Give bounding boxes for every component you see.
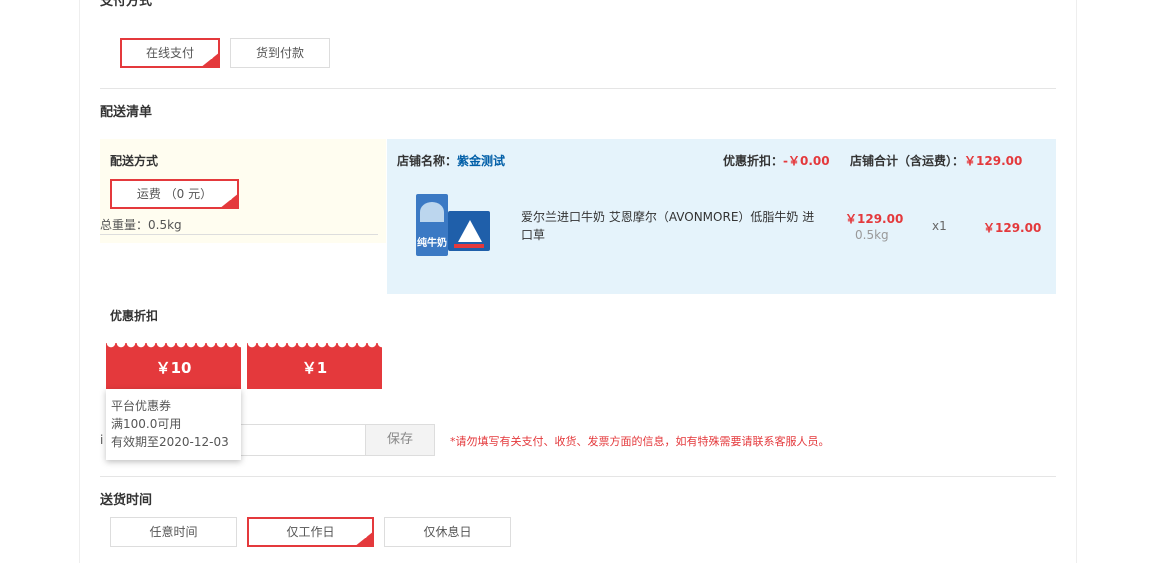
check-icon: ✓ xyxy=(354,531,374,547)
delivery-anytime-label: 任意时间 xyxy=(149,525,198,539)
freight-option[interactable]: 运费 （0 元） ✓ xyxy=(110,179,239,209)
payment-online-option[interactable]: 在线支付 ✓ xyxy=(120,38,220,68)
coupon-expiry: 有效期至2020-12-03 xyxy=(111,435,229,449)
product-pack-text: 纯牛奶 xyxy=(417,238,447,249)
coupon-10-value: ￥10 xyxy=(155,359,192,377)
coupon-10[interactable]: ￥10 xyxy=(106,343,241,389)
coupon-1-value: ￥1 xyxy=(301,359,328,377)
check-icon: ✓ xyxy=(200,52,220,68)
delivery-weekday-option[interactable]: 仅工作日 ✓ xyxy=(247,517,374,547)
delivery-weekend-option[interactable]: 仅休息日 xyxy=(384,517,511,547)
remark-input[interactable] xyxy=(236,424,366,456)
freight-option-label: 运费 （0 元） xyxy=(136,187,213,201)
coupon-type: 平台优惠券 xyxy=(111,399,172,413)
discount-title: 优惠折扣 xyxy=(110,309,159,323)
store-discount-row: 优惠折扣：-￥0.00 xyxy=(723,152,830,169)
product-qty: x1 xyxy=(932,219,947,233)
store-total-label: 店铺合计（含运费）： xyxy=(850,154,965,168)
product-name[interactable]: 爱尔兰进口牛奶 艾恩摩尔（AVONMORE）低脂牛奶 进口草 xyxy=(521,208,826,244)
store-box: 店铺名称：紫金测试 优惠折扣：-￥0.00 店铺合计（含运费）：￥129.00 … xyxy=(387,139,1056,294)
shipping-method-label: 配送方式 xyxy=(110,154,159,168)
coupon-condition: 满100.0可用 xyxy=(111,417,182,431)
divider xyxy=(100,88,1056,89)
product-price: ￥129.00 xyxy=(845,212,904,226)
payment-title: 支付方式 xyxy=(100,0,153,9)
save-button[interactable]: 保存 xyxy=(365,424,435,456)
payment-online-label: 在线支付 xyxy=(145,46,194,60)
store-discount-value: -￥0.00 xyxy=(783,154,830,168)
check-icon: ✓ xyxy=(219,193,239,209)
payment-cod-label: 货到付款 xyxy=(255,46,304,60)
remark-label: i xyxy=(100,433,104,447)
delivery-list-title: 配送清单 xyxy=(100,105,153,120)
total-weight: 总重量：0.5kg xyxy=(100,216,378,235)
remark-warning: *请勿填写有关支付、收货、发票方面的信息，如有特殊需要请联系客服人员。 xyxy=(450,435,830,448)
delivery-weekend-label: 仅休息日 xyxy=(423,525,472,539)
delivery-anytime-option[interactable]: 任意时间 xyxy=(110,517,237,547)
coupon-tooltip: 平台优惠券 满100.0可用 有效期至2020-12-03 xyxy=(106,389,241,460)
store-name[interactable]: 紫金测试 xyxy=(457,154,505,168)
store-total-row: 店铺合计（含运费）：￥129.00 xyxy=(850,152,1022,169)
payment-cod-option[interactable]: 货到付款 xyxy=(230,38,330,68)
delivery-weekday-label: 仅工作日 xyxy=(286,525,335,539)
store-name-label: 店铺名称： xyxy=(397,154,458,168)
shipping-method-box: 配送方式 运费 （0 元） ✓ 总重量：0.5kg xyxy=(100,139,386,243)
store-name-row: 店铺名称：紫金测试 xyxy=(397,152,505,169)
divider xyxy=(100,476,1056,477)
product-subtotal: ￥129.00 xyxy=(983,221,1042,235)
product-image[interactable]: 纯牛奶 xyxy=(416,192,496,260)
coupon-1[interactable]: ￥1 xyxy=(247,343,382,389)
product-weight: 0.5kg xyxy=(855,228,889,242)
store-discount-label: 优惠折扣： xyxy=(723,154,784,168)
delivery-time-title: 送货时间 xyxy=(100,493,153,508)
store-total-value: ￥129.00 xyxy=(964,154,1023,168)
